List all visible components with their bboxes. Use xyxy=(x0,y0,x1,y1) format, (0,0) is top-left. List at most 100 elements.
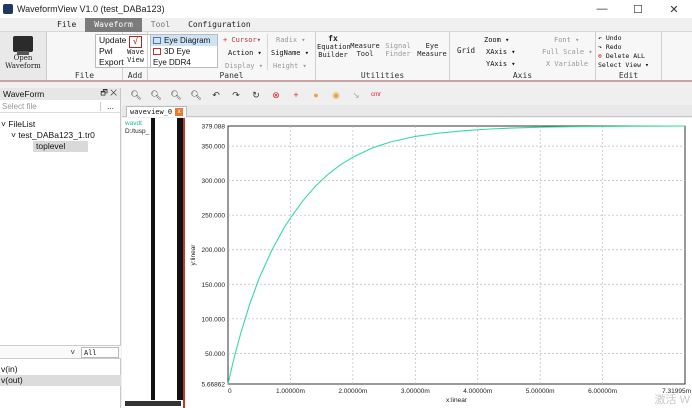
cursor-button[interactable]: + Cursor▾ xyxy=(223,35,261,46)
undo-view-icon[interactable]: ↶ xyxy=(210,90,222,101)
measure-tool-button[interactable]: Measure Tool xyxy=(350,42,380,58)
open-waveform-label: Open Waveform xyxy=(5,54,41,70)
full-scale-button[interactable]: Full Scale ▾ xyxy=(542,47,593,58)
zoom-button[interactable]: Zoom ▾ xyxy=(484,35,509,46)
app-window: WaveformView V1.0 (test_DABa123) — ☐ ✕ F… xyxy=(0,0,692,408)
yaxis-button[interactable]: YAxis ▾ xyxy=(486,59,516,70)
utilities-group: fx Equation Builder Measure Tool Signal … xyxy=(316,32,450,80)
font-button[interactable]: Font ▾ xyxy=(554,35,579,46)
zoom-area-icon[interactable]: 🔍︎ xyxy=(190,90,202,101)
eye-diagram-icon xyxy=(153,37,161,44)
3d-eye-item[interactable]: 3D Eye xyxy=(151,46,217,57)
window-controls: — ☐ ✕ xyxy=(584,0,692,18)
scope-select[interactable]: All xyxy=(81,346,119,358)
utilities-group-label: Utilities xyxy=(360,71,405,80)
add-group-label: Add xyxy=(127,71,143,80)
action-button[interactable]: Action ▾ xyxy=(228,48,262,59)
column-splitter[interactable] xyxy=(151,118,155,400)
zoom-out-icon[interactable]: 🔍︎ xyxy=(150,90,162,101)
x-axis-label: x:linear xyxy=(446,397,468,404)
tab-waveform[interactable]: Waveform xyxy=(85,18,142,32)
refresh-icon[interactable]: ↻ xyxy=(250,90,262,101)
measure-icon[interactable]: ↘ xyxy=(350,90,362,101)
file-tree: ˅ FileList ˅ test_DABa123_1.tr0 toplevel xyxy=(0,113,120,253)
grid-button[interactable]: Grid xyxy=(454,46,478,55)
y-tick-label: 300.000 xyxy=(202,178,226,185)
edit-group-label: Edit xyxy=(618,71,639,80)
close-tab-icon[interactable]: x xyxy=(175,108,184,116)
signal-vin[interactable]: v(in) xyxy=(0,364,121,375)
y-tick-label: 200.000 xyxy=(202,247,226,254)
equation-builder-button[interactable]: fx Equation Builder xyxy=(317,34,351,60)
signal-finder-button[interactable]: Signal Finder xyxy=(382,42,414,58)
delta-marker-icon[interactable]: ◉ xyxy=(330,90,342,101)
maximize-button[interactable]: ☐ xyxy=(620,0,656,18)
zoom-fit-icon[interactable]: 🔍︎ xyxy=(170,90,182,101)
y-tick-label: 379.088 xyxy=(202,124,226,131)
panel-header-icons[interactable]: 🗗 ✕ xyxy=(100,87,117,101)
select-file-input[interactable]: Select file xyxy=(0,102,100,111)
axis-group: Grid Zoom ▾ XAxis ▾ YAxis ▾ Font ▾ Full … xyxy=(450,32,596,80)
open-waveform-button[interactable]: Open Waveform xyxy=(0,32,47,80)
tree-node-toplevel[interactable]: toplevel xyxy=(33,141,88,152)
ribbon: Open Waveform Update Pwl Export File √ W… xyxy=(0,32,692,82)
panel-group: Eye Diagram 3D Eye Eye DDR4 + Cursor▾ Ac… xyxy=(148,32,316,80)
delete-all-label: Delete ALL xyxy=(605,52,645,60)
plot-area: wavdt D:/tusp_ 5.66862 50.000 100.000 150.0… xyxy=(122,118,692,408)
tab-waveview-0[interactable]: waveview_0 x xyxy=(126,106,188,117)
fx-icon: fx xyxy=(328,34,338,43)
waveform-chart[interactable]: 5.66862 50.000 100.000 150.000 200.000 250.00… xyxy=(185,118,692,408)
waveform-tabstrip: waveview_0 x xyxy=(122,105,692,117)
select-view-button[interactable]: Select View ▾ xyxy=(598,60,649,71)
radix-button[interactable]: Radix ▾ xyxy=(276,35,306,46)
menu-bar: File Waveform Tool Configuration xyxy=(0,18,692,32)
window-title: WaveformView V1.0 (test_DABa123) xyxy=(17,4,165,14)
browse-button[interactable]: ... xyxy=(100,101,120,111)
tree-node-filelist[interactable]: ˅ FileList xyxy=(0,119,120,130)
marker-icon[interactable]: ● xyxy=(310,90,322,100)
crosshair-icon[interactable]: + xyxy=(290,90,302,100)
signal-path-label[interactable]: D:/tusp_ xyxy=(125,128,149,136)
minimize-button[interactable]: — xyxy=(584,0,620,18)
stop-icon[interactable]: ⊗ xyxy=(270,90,282,101)
y-tick-label: 350.000 xyxy=(202,144,226,151)
printer-icon xyxy=(13,36,33,55)
undo-label: Undo xyxy=(605,34,622,42)
eye-measure-button[interactable]: Eye Measure xyxy=(416,42,448,58)
horizontal-scrollbar[interactable] xyxy=(125,401,181,406)
redo-view-icon[interactable]: ↷ xyxy=(230,90,242,101)
eye-diagram-item[interactable]: Eye Diagram xyxy=(151,35,217,46)
file-filter: Select file ... xyxy=(0,100,120,113)
file-group: Update Pwl Export File xyxy=(47,32,167,80)
signame-button[interactable]: SigName ▾ xyxy=(271,48,309,59)
panel-group-label: Panel xyxy=(219,71,244,80)
tab-tool[interactable]: Tool xyxy=(142,18,179,32)
redo-icon: ↷ xyxy=(598,43,606,51)
close-button[interactable]: ✕ xyxy=(656,0,692,18)
add-group: √ Wave View Add xyxy=(123,32,148,80)
tree-node-file[interactable]: ˅ test_DABa123_1.tr0 xyxy=(0,130,120,141)
delete-icon: ⊗ xyxy=(598,52,606,60)
chevron-down-icon[interactable]: ˅ xyxy=(70,348,75,357)
cmr-icon[interactable]: cmr xyxy=(370,92,382,98)
3d-eye-icon xyxy=(153,48,161,55)
tab-file[interactable]: File xyxy=(48,18,85,32)
eye-ddr4-item[interactable]: Eye DDR4 xyxy=(151,57,217,68)
x-tick-label: 6.00000m xyxy=(588,388,617,395)
waveform-browser-panel: WaveForm 🗗 ✕ Select file ... ˅ FileList … xyxy=(0,88,121,408)
signal-list: v(in) v(out) xyxy=(0,364,121,386)
x-variable-button[interactable]: X Variable xyxy=(546,59,588,70)
tab-configuration[interactable]: Configuration xyxy=(179,18,260,32)
undo-icon: ↶ xyxy=(598,34,606,42)
xaxis-button[interactable]: XAxis ▾ xyxy=(486,47,516,58)
eye-diagram-label: Eye Diagram xyxy=(164,36,211,45)
x-tick-label: 2.00000m xyxy=(338,388,367,395)
plot-frame xyxy=(227,125,686,385)
zoom-in-icon[interactable]: 🔍︎ xyxy=(130,90,142,101)
x-tick-label: 0 xyxy=(228,388,232,395)
wave-view-button[interactable]: √ Wave View xyxy=(125,36,146,64)
x-tick-label: 1.00000m xyxy=(276,388,305,395)
signal-columns: wavdt D:/tusp_ xyxy=(122,118,184,408)
signal-vout[interactable]: v(out) xyxy=(0,375,121,386)
3d-eye-label: 3D Eye xyxy=(164,47,191,56)
